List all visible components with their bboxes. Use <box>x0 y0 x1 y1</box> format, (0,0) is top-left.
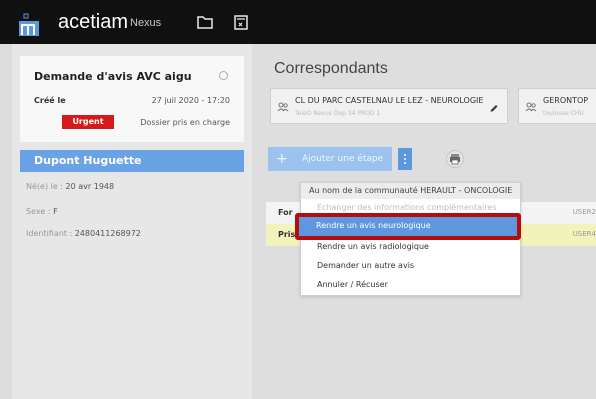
menu-item-neurological-opinion[interactable]: Rendre un avis neurologique <box>295 213 521 240</box>
row-label: For <box>278 208 293 217</box>
folder-icon[interactable] <box>196 13 214 31</box>
top-bar: acetiam Nexus <box>0 0 596 44</box>
correspondant-card-1[interactable]: CL DU PARC CASTELNAU LE LEZ - NEUROLOGIE… <box>270 88 508 124</box>
correspondant-subtitle: toulouse CHU <box>543 110 584 117</box>
menu-item-radiological-opinion[interactable]: Rendre un avis radiologique <box>317 242 429 251</box>
urgency-badge: Urgent <box>62 115 114 129</box>
print-button[interactable] <box>446 150 464 168</box>
patient-birth-date: Né(e) le : 20 avr 1948 <box>26 182 115 191</box>
menu-header: Au nom de la communauté HERAULT - ONCOLO… <box>301 183 520 199</box>
more-options-button[interactable] <box>398 148 412 170</box>
patient-identifier: Identifiant : 2480411268972 <box>26 229 141 238</box>
correspondant-name: CL DU PARC CASTELNAU LE LEZ - NEUROLOGIE <box>295 96 484 105</box>
request-status: Dossier pris en charge <box>140 118 230 127</box>
calendar-icon[interactable] <box>232 13 250 31</box>
info-icon[interactable] <box>219 71 228 80</box>
created-label: Créé le <box>34 96 66 105</box>
correspondant-name: GERONTOP <box>543 96 589 105</box>
menu-item-exchange[interactable]: Echanger des informations complémentaire… <box>317 203 496 212</box>
pencil-icon[interactable] <box>489 102 499 112</box>
group-icon <box>277 102 289 112</box>
plus-icon: + <box>276 151 288 167</box>
app-window: acetiam Nexus Demande d'avis AVC aigu Cr… <box>0 0 596 399</box>
add-step-button[interactable]: + Ajouter une étape <box>268 147 392 171</box>
row-label: Pris <box>278 230 296 239</box>
request-card: Demande d'avis AVC aigu Créé le 27 juil … <box>20 56 244 142</box>
created-date: 27 juil 2020 - 17:20 <box>151 96 230 105</box>
menu-item-label: Rendre un avis neurologique <box>316 221 431 230</box>
add-step-label: Ajouter une étape <box>302 154 384 164</box>
row-user: USER2 <box>572 208 596 216</box>
brand-subtitle: Nexus <box>130 17 162 29</box>
brand-name: acetiam <box>58 11 129 33</box>
correspondants-title: Correspondants <box>274 60 388 77</box>
menu-item-other-opinion[interactable]: Demander un autre avis <box>317 261 414 270</box>
left-panel: Demande d'avis AVC aigu Créé le 27 juil … <box>12 44 252 399</box>
group-icon <box>525 102 537 112</box>
patient-sex: Sexe : F <box>26 207 58 216</box>
menu-item-cancel[interactable]: Annuler / Récuser <box>317 280 388 289</box>
correspondant-subtitle: TeleO Nexus Dep 34 PROD 1 <box>295 110 381 117</box>
request-title: Demande d'avis AVC aigu <box>34 70 192 83</box>
row-user: USER4 <box>572 230 596 238</box>
printer-icon <box>450 154 460 165</box>
correspondant-card-2[interactable]: GERONTOP toulouse CHU <box>518 88 596 124</box>
patient-name: Dupont Huguette <box>20 150 244 172</box>
logo-icon <box>19 13 39 36</box>
